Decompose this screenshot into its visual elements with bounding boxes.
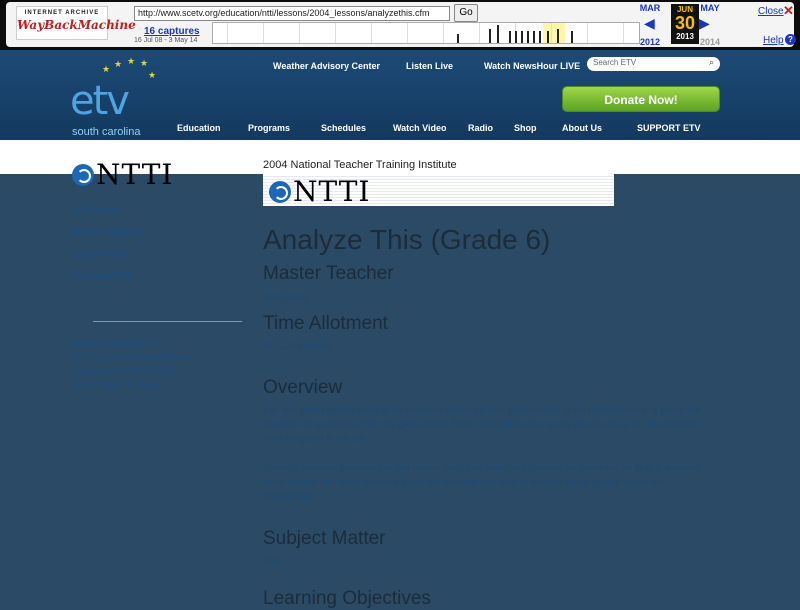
page-title: Analyze This (Grade 6)	[263, 224, 551, 255]
wayback-panel: INTERNET ARCHIVE WayBackMachine http://w…	[6, 2, 796, 47]
sparkline-bar	[509, 31, 511, 43]
search-placeholder: Search ETV	[593, 58, 637, 67]
top-link-newshour[interactable]: Watch NewsHour LIVE	[484, 61, 580, 71]
donate-button[interactable]: Donate Now!	[562, 86, 720, 112]
time-allotment-value: 90 –120 minutes	[263, 341, 330, 351]
sidebar-link-ntti-home[interactable]: NTTI Home	[72, 205, 120, 215]
star-icon: ★	[127, 56, 136, 66]
wayback-prev-year[interactable]: 2012	[635, 37, 665, 47]
star-icon: ★	[102, 64, 111, 74]
sparkline-bar	[527, 31, 529, 43]
search-input[interactable]: Search ETV ⌕	[587, 57, 720, 71]
wayback-url-input[interactable]: http://www.scetv.org/education/ntti/less…	[134, 6, 450, 21]
wayback-date-range: 16 Jul 08 - 3 May 14	[134, 37, 198, 44]
sidebar-divider	[93, 321, 242, 322]
subject-matter-heading: Subject Matter	[263, 528, 386, 549]
time-allotment-heading: Time Allotment	[263, 313, 388, 334]
sparkline-bar	[547, 31, 549, 43]
sparkline-bar	[539, 31, 541, 43]
wayback-captures-link[interactable]: 16 captures	[144, 26, 200, 37]
master-teacher-heading: Master Teacher	[263, 263, 394, 284]
nav-support-etv[interactable]: SUPPORT ETV	[637, 123, 701, 133]
sparkline-divider	[263, 23, 264, 43]
wayback-next-year: 2014	[699, 37, 721, 47]
sparkline-bar	[533, 31, 535, 43]
wayback-close-link[interactable]: Close	[758, 6, 784, 17]
star-icon: ★	[148, 70, 157, 80]
nav-watch-video[interactable]: Watch Video	[393, 123, 447, 133]
wayback-current-day: 30	[674, 13, 696, 33]
sparkline-divider	[551, 23, 552, 43]
nav-education[interactable]: Education	[177, 123, 221, 133]
master-teacher-name: April Ulmer	[263, 292, 308, 302]
wayback-toolbar: INTERNET ARCHIVE WayBackMachine http://w…	[0, 0, 800, 50]
nav-programs[interactable]: Programs	[248, 123, 290, 133]
sparkline-bar	[571, 31, 573, 43]
sparkline-bar	[457, 34, 459, 43]
sidebar-link-master-teachers[interactable]: Master Teachers	[72, 227, 142, 237]
address-org: South Carolina ETV	[72, 338, 157, 348]
ntti-logo[interactable]: NTTI	[72, 158, 173, 191]
sparkline-bar	[515, 31, 517, 43]
nav-schedules[interactable]: Schedules	[321, 123, 366, 133]
wayback-prev-arrow-icon[interactable]: ◀	[644, 15, 655, 32]
etv-logo-text: etv	[70, 78, 130, 124]
sparkline-bar	[521, 31, 523, 43]
star-icon: ★	[140, 58, 149, 68]
sparkline-divider	[299, 23, 300, 43]
overview-heading: Overview	[263, 377, 343, 398]
nav-about-us[interactable]: About Us	[562, 123, 602, 133]
ntti-banner-logo: NTTI	[269, 175, 370, 208]
etv-logo-subtitle: south carolina	[72, 126, 141, 138]
wayback-go-button[interactable]: Go	[454, 4, 478, 22]
sparkline-divider	[227, 23, 228, 43]
overview-paragraph-1: Fair and unfair games have to be analyze…	[263, 405, 702, 444]
wayback-logo-bottom: WayBackMachine	[17, 18, 136, 32]
nav-radio[interactable]: Radio	[468, 123, 493, 133]
sparkline-bar	[489, 29, 491, 43]
sparkline-divider	[443, 23, 444, 43]
ntti-banner: NTTI	[263, 174, 614, 208]
address-city: Columbia, SC 29201-4761	[72, 366, 179, 376]
wayback-sparkline[interactable]	[212, 22, 640, 44]
site-header: ★ ★ ★ ★ ★ etv south carolina Weather Adv…	[0, 50, 800, 140]
ntti-banner-text: NTTI	[293, 175, 371, 208]
learning-objectives-heading: Learning Objectives	[263, 588, 431, 609]
sidebar-link-national-ntti[interactable]: National NTTI	[72, 271, 130, 281]
ntti-band: NTTI 2004 National Teacher Training Inst…	[0, 140, 800, 191]
address-phone: Phone: 803-737-3545	[72, 380, 160, 390]
swirl-icon	[72, 163, 94, 186]
overview-paragraph-2: Through activities presented in this les…	[263, 463, 700, 502]
help-icon[interactable]: ?	[785, 34, 796, 45]
band-title: 2004 National Teacher Training Institute	[263, 159, 457, 171]
etv-logo[interactable]: ★ ★ ★ ★ ★ etv south carolina	[70, 56, 160, 138]
sparkline-divider	[407, 23, 408, 43]
sparkline-bar	[557, 29, 559, 43]
wayback-next-arrow-icon[interactable]: ▶	[699, 15, 710, 32]
wayback-prev-month[interactable]: MAR	[635, 3, 665, 13]
sparkline-divider	[335, 23, 336, 43]
address-street: 1101 George Rogers Boulevard	[72, 352, 199, 362]
subject-matter-value: Math	[263, 556, 284, 566]
swirl-icon	[269, 180, 291, 203]
wayback-next-month[interactable]: MAY	[695, 3, 725, 13]
sparkline-divider	[479, 23, 480, 43]
ntti-logo-text: NTTI	[96, 158, 174, 191]
sparkline-bar	[497, 25, 499, 43]
close-icon[interactable]: ✕	[783, 3, 794, 19]
search-icon[interactable]: ⌕	[709, 57, 714, 68]
sparkline-divider	[623, 23, 624, 43]
nav-shop[interactable]: Shop	[514, 123, 537, 133]
sparkline-divider	[371, 23, 372, 43]
sparkline-divider	[587, 23, 588, 43]
wayback-logo-top: INTERNET ARCHIVE	[24, 10, 100, 16]
wayback-help-link[interactable]: Help	[763, 35, 784, 46]
top-link-listen-live[interactable]: Listen Live	[406, 61, 453, 71]
star-icon: ★	[114, 59, 123, 69]
wayback-logo[interactable]: INTERNET ARCHIVE WayBackMachine	[16, 6, 136, 40]
sidebar-link-lesson-plans[interactable]: Lesson Plans	[72, 249, 130, 259]
top-link-weather[interactable]: Weather Advisory Center	[273, 61, 380, 71]
